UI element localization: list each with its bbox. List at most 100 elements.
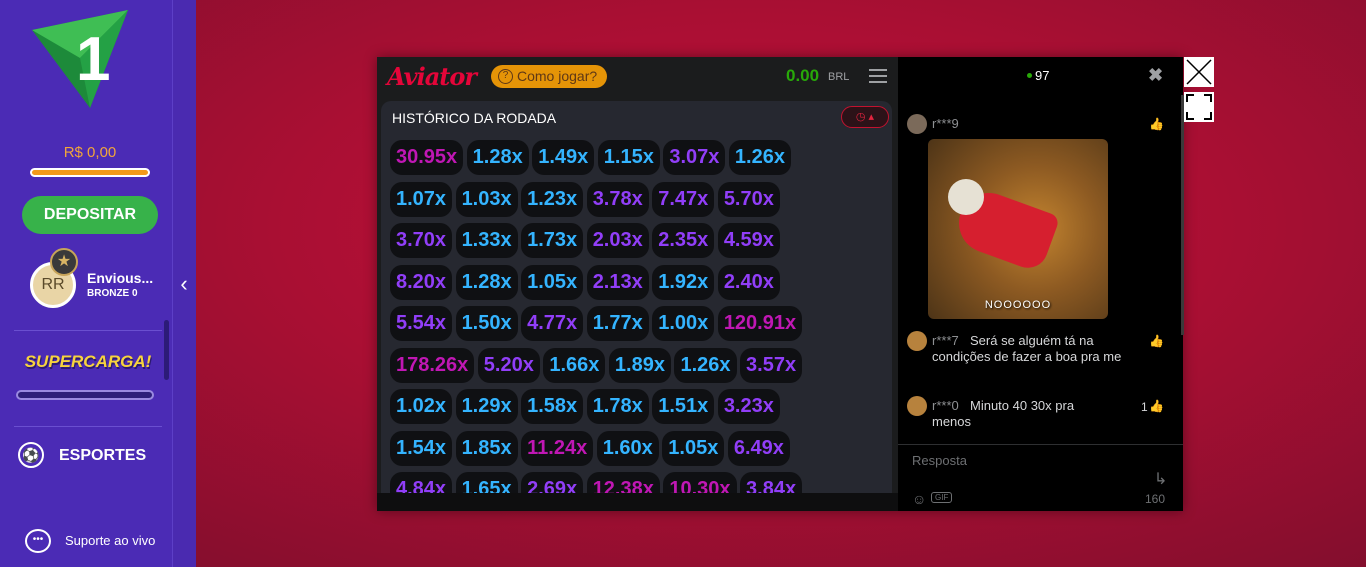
multiplier-badge[interactable]: 1.28x	[466, 140, 529, 175]
multiplier-badge[interactable]: 1.03x	[455, 181, 518, 217]
supercarga-banner[interactable]: SUPERCARGA!	[22, 352, 154, 372]
game-balance: 0.00	[786, 66, 820, 85]
multiplier-badge[interactable]: 1.15x	[597, 140, 660, 175]
sports-link[interactable]: ESPORTES	[59, 447, 146, 465]
balance-text: R$ 0,00	[63, 144, 117, 161]
multiplier-badge[interactable]: 2.13x	[586, 264, 649, 300]
chat-input[interactable]: Resposta ↳ ☺ GIF 160	[898, 444, 1183, 511]
multiplier-badge[interactable]: 3.07x	[663, 140, 726, 175]
multiplier-badge[interactable]: 1.05x	[662, 430, 725, 466]
game-bottom-bar	[377, 493, 898, 511]
multiplier-badge[interactable]: 1.89x	[608, 347, 671, 383]
multiplier-badge[interactable]: 4.77x	[521, 306, 584, 341]
divider	[14, 426, 162, 427]
multiplier-badge[interactable]: 6.49x	[727, 430, 790, 466]
multiplier-badge[interactable]: 3.23x	[717, 389, 780, 424]
chevron-left-icon[interactable]: ‹	[176, 272, 192, 296]
multiplier-badge[interactable]: 12.38x	[586, 472, 660, 493]
like-icon[interactable]: 👍	[1149, 399, 1164, 413]
multiplier-badge[interactable]: 1.07x	[390, 181, 453, 217]
multiplier-badge[interactable]: 3.84x	[740, 472, 803, 493]
multiplier-badge[interactable]: 3.78x	[586, 181, 649, 217]
support-link[interactable]: Suporte ao vivo	[65, 533, 155, 548]
user-name[interactable]: Envious...	[87, 270, 153, 286]
multiplier-badge[interactable]: 178.26x	[390, 347, 475, 383]
multiplier-badge[interactable]: 5.54x	[390, 306, 453, 341]
multiplier-badge[interactable]: 2.03x	[586, 223, 649, 258]
multiplier-badge[interactable]: 1.60x	[596, 430, 659, 466]
avatar	[907, 396, 927, 416]
multiplier-badge[interactable]: 1.58x	[521, 389, 584, 424]
multiplier-badge[interactable]: 7.47x	[652, 181, 715, 217]
send-icon[interactable]: ↳	[1154, 469, 1167, 489]
deposit-button[interactable]: DEPOSITAR	[22, 196, 158, 234]
multiplier-badge[interactable]: 1.85x	[455, 430, 518, 466]
emoji-icon[interactable]: ☺	[912, 491, 926, 507]
avatar	[907, 114, 927, 134]
close-icon[interactable]	[1184, 57, 1214, 87]
star-badge-icon: ★	[50, 248, 78, 276]
chat-panel: 97 ✖ r***9 👍 NOOOOOO r***7 Será se algué…	[898, 57, 1184, 511]
history-toggle-button[interactable]: ◷ ▴	[841, 106, 889, 128]
user-level: BRONZE 0	[87, 288, 138, 299]
menu-icon[interactable]	[869, 69, 887, 83]
multiplier-badge[interactable]: 120.91x	[717, 306, 803, 341]
multiplier-badge[interactable]: 30.95x	[390, 140, 464, 175]
multiplier-row: 5.54x 1.50x 4.77x 1.77x 1.00x 120.91x	[390, 306, 890, 348]
gif-button[interactable]: GIF	[931, 492, 953, 503]
multiplier-badge[interactable]: 1.50x	[455, 306, 518, 341]
multiplier-badge[interactable]: 4.59x	[717, 223, 780, 258]
multiplier-badge[interactable]: 1.51x	[652, 389, 715, 424]
online-dot-icon	[1027, 73, 1032, 78]
multiplier-badge[interactable]: 1.33x	[455, 223, 518, 258]
chat-scrollbar[interactable]	[1181, 95, 1184, 335]
how-to-play-button[interactable]: ? Como jogar?	[491, 65, 607, 88]
multiplier-badge[interactable]: 1.02x	[390, 389, 453, 424]
multiplier-badge[interactable]: 1.65x	[455, 472, 518, 493]
multiplier-row: 1.07x 1.03x 1.23x 3.78x 7.47x 5.70x	[390, 181, 890, 224]
multiplier-badge[interactable]: 8.20x	[390, 264, 453, 300]
aviator-logo: Aviator	[387, 62, 477, 91]
multiplier-badge[interactable]: 1.26x	[674, 347, 737, 383]
multiplier-badge[interactable]: 1.73x	[521, 223, 584, 258]
multiplier-row: 1.02x 1.29x 1.58x 1.78x 1.51x 3.23x	[390, 389, 890, 431]
multiplier-badge[interactable]: 2.40x	[717, 264, 780, 300]
multiplier-badge[interactable]: 1.78x	[586, 389, 649, 424]
online-count: 97	[1035, 68, 1050, 83]
multiplier-badge[interactable]: 1.54x	[390, 430, 453, 466]
multiplier-badge[interactable]: 1.23x	[521, 181, 584, 217]
multiplier-badge[interactable]: 1.66x	[543, 347, 606, 383]
multiplier-row: 8.20x 1.28x 1.05x 2.13x 1.92x 2.40x	[390, 264, 890, 307]
multiplier-badge[interactable]: 2.35x	[652, 223, 715, 258]
multiplier-badge[interactable]: 3.57x	[740, 347, 803, 383]
multiplier-badge[interactable]: 1.49x	[532, 140, 595, 175]
like-icon[interactable]: 👍	[1149, 117, 1164, 131]
multiplier-badge[interactable]: 3.70x	[390, 223, 453, 258]
fullscreen-icon[interactable]	[1184, 92, 1214, 122]
sidebar-scrollbar[interactable]	[164, 320, 169, 380]
aviator-game-window: Aviator ? Como jogar? 0.00 BRL HISTÓRICO…	[377, 57, 1184, 511]
like-icon[interactable]: 👍	[1149, 334, 1164, 348]
gif-head	[948, 179, 984, 215]
multiplier-badge[interactable]: 5.20x	[477, 347, 540, 383]
multiplier-badge[interactable]: 4.84x	[390, 472, 453, 493]
balance-bar	[30, 168, 150, 177]
question-icon: ?	[498, 69, 513, 84]
multiplier-badge[interactable]: 1.00x	[652, 306, 715, 341]
multiplier-badge[interactable]: 1.92x	[652, 264, 715, 300]
multiplier-badge[interactable]: 1.05x	[521, 264, 584, 300]
multiplier-badge[interactable]: 1.26x	[728, 140, 791, 175]
char-count: 160	[1145, 492, 1166, 506]
multiplier-badge[interactable]: 10.30x	[663, 472, 737, 493]
multiplier-badge[interactable]: 2.69x	[521, 472, 584, 493]
multiplier-grid: 30.95x 1.28x 1.49x 1.15x 3.07x 1.26x 1.07x 1.03…	[390, 140, 890, 493]
multiplier-badge[interactable]: 5.70x	[717, 181, 780, 217]
multiplier-badge[interactable]: 11.24x	[521, 430, 594, 466]
close-chat-icon[interactable]: ✖	[1148, 65, 1163, 86]
multiplier-badge[interactable]: 1.28x	[455, 264, 518, 300]
multiplier-badge[interactable]: 1.29x	[455, 389, 518, 424]
multiplier-row: 3.70x 1.33x 1.73x 2.03x 2.35x 4.59x	[390, 223, 890, 265]
multiplier-row: 1.54x 1.85x 11.24x 1.60x 1.05x 6.49x	[390, 430, 890, 473]
multiplier-badge[interactable]: 1.77x	[586, 306, 649, 341]
brand-logo[interactable]: 1	[28, 8, 134, 112]
